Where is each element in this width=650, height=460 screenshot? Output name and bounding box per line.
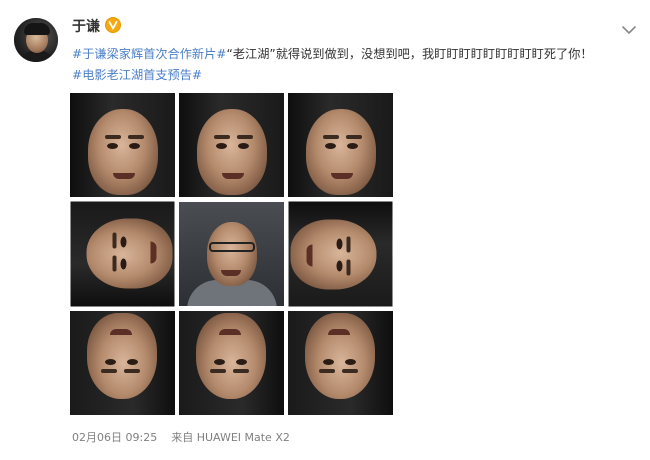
image-grid <box>70 93 393 415</box>
grid-image-7[interactable] <box>70 311 175 415</box>
username[interactable]: 于谦 <box>72 16 100 36</box>
post-text-line-2: #电影老江湖首支预告# <box>72 65 637 86</box>
post-text-line-1: #于谦梁家辉首次合作新片#“老江湖”就得说到做到，没想到吧，我盯盯盯盯盯盯盯盯盯… <box>72 44 637 65</box>
grid-image-2[interactable] <box>179 93 284 197</box>
post-source: 来自 HUAWEI Mate X2 <box>171 431 290 444</box>
grid-image-1[interactable] <box>70 93 175 197</box>
post-timestamp[interactable]: 02月06日 09:25 <box>72 431 157 444</box>
post-meta: 02月06日 09:25 来自 HUAWEI Mate X2 <box>72 429 290 445</box>
grid-image-6[interactable] <box>288 201 393 307</box>
verified-badge-icon <box>105 17 121 33</box>
grid-image-3[interactable] <box>288 93 393 197</box>
grid-image-9[interactable] <box>288 311 393 415</box>
post-text: #于谦梁家辉首次合作新片#“老江湖”就得说到做到，没想到吧，我盯盯盯盯盯盯盯盯盯… <box>72 44 637 86</box>
grid-image-4[interactable] <box>70 201 175 307</box>
weibo-post-card: 于谦 #于谦梁家辉首次合作新片#“老江湖”就得说到做到，没想到吧，我盯盯盯盯盯盯… <box>0 0 650 460</box>
chevron-down-icon[interactable] <box>621 20 637 39</box>
grid-image-8[interactable] <box>179 311 284 415</box>
post-body-text: “老江湖”就得说到做到，没想到吧，我盯盯盯盯盯盯盯盯盯死了你！ <box>226 47 593 61</box>
avatar[interactable] <box>14 18 58 62</box>
hashtag-link[interactable]: #于谦梁家辉首次合作新片# <box>72 47 227 61</box>
grid-image-5[interactable] <box>179 202 284 306</box>
hashtag-link[interactable]: #电影老江湖首支预告# <box>72 68 202 82</box>
